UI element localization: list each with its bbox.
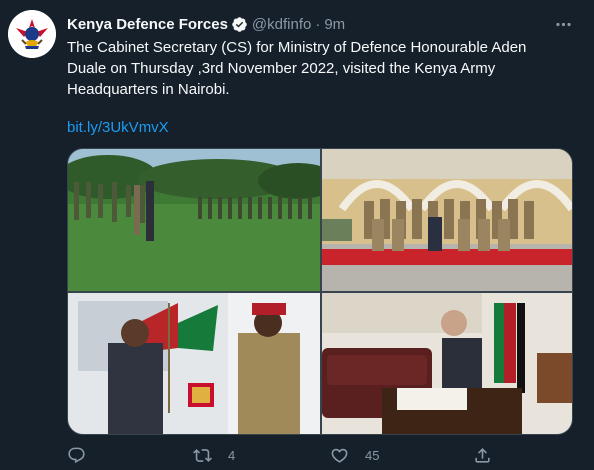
author-handle[interactable]: @kdfinfo (252, 16, 311, 33)
tweet-text: The Cabinet Secretary (CS) for Ministry … (67, 39, 527, 98)
tweet-header: Kenya Defence Forces @kdfinfo · 9m (67, 13, 345, 35)
like-button[interactable]: 45 (330, 442, 379, 468)
photo-signing-book[interactable] (322, 293, 572, 434)
share-button[interactable] (473, 442, 508, 468)
more-dots-icon (555, 22, 571, 26)
author-display-name[interactable]: Kenya Defence Forces (67, 16, 228, 33)
tweet-timestamp[interactable]: 9m (324, 16, 345, 33)
retweet-button[interactable]: 4 (193, 442, 235, 468)
photo-plaque-presentation[interactable] (68, 293, 320, 434)
header-separator: · (315, 15, 321, 33)
more-options-button[interactable] (552, 14, 574, 34)
retweet-count: 4 (228, 447, 236, 463)
media-grid (67, 148, 573, 435)
verified-badge-icon (232, 16, 247, 32)
tweet-link[interactable]: bit.ly/3UkVmvX (67, 117, 169, 138)
retweet-icon (193, 448, 212, 462)
tweet[interactable]: Kenya Defence Forces @kdfinfo · 9m The C… (0, 0, 594, 470)
share-icon (475, 447, 490, 463)
heart-icon (331, 448, 348, 463)
reply-icon (68, 447, 85, 463)
like-count: 45 (365, 447, 380, 463)
author-avatar[interactable] (8, 10, 56, 58)
reply-button[interactable] (67, 442, 102, 468)
kdf-emblem-icon (8, 10, 56, 58)
photo-group-portrait[interactable] (322, 149, 572, 291)
photo-parade-ground[interactable] (68, 149, 320, 291)
tweet-actions: 4 45 (67, 442, 567, 468)
